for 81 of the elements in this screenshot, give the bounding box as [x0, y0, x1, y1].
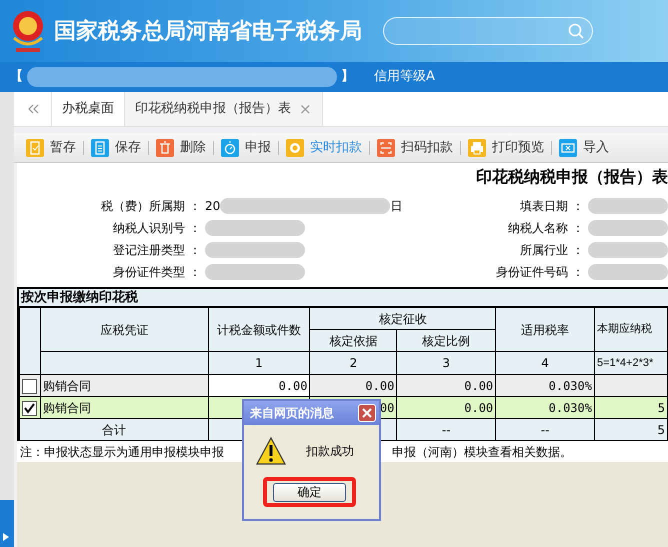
ok-button[interactable]: 确定 [273, 482, 346, 502]
table-cell-text: 00 [378, 400, 396, 417]
table-cell-text: 购销合同 [42, 378, 92, 395]
double-chevron-icon[interactable] [26, 104, 38, 114]
table-cell-text: 5 [656, 422, 666, 439]
colon: ： [571, 220, 585, 237]
column-number: 2 [348, 355, 358, 372]
close-button[interactable] [358, 404, 376, 422]
field-label: 所属行业 [519, 242, 568, 259]
field-value: 20 [205, 198, 220, 215]
column-header: 核定征收 [378, 310, 428, 328]
trash-icon[interactable] [156, 138, 174, 156]
toolbar-button[interactable]: 暂存 [26, 138, 76, 158]
row-checkbox[interactable] [22, 400, 38, 416]
field-value: 日 [390, 198, 402, 215]
dialog-message: 扣款成功 [306, 443, 354, 460]
site-title: 国家税务总局河南省电子税务局 [54, 18, 362, 46]
side-handle[interactable] [0, 500, 14, 547]
toolbar-button[interactable]: 申报 [221, 138, 271, 158]
bracket: 】 [341, 68, 354, 86]
dialog-title: 来自网页的消息 [250, 405, 334, 422]
credit-rating: 信用等级A [374, 68, 435, 86]
table-cell-text: -- [440, 422, 452, 439]
row-checkbox[interactable] [22, 378, 38, 394]
column-number: 1 [254, 355, 264, 372]
colon: ： [571, 242, 585, 259]
tab[interactable]: 印花税纳税申报（报告）表 × [125, 92, 323, 126]
field-label: 纳税人识别号 [112, 220, 185, 237]
colon: ： [571, 198, 585, 215]
stopwatch-icon[interactable] [221, 138, 239, 156]
document-icon[interactable] [91, 138, 109, 156]
note-text: 申报（河南）模块查看相关数据。 [392, 444, 572, 460]
clipboard-icon[interactable] [26, 138, 44, 156]
colon: ： [188, 220, 202, 237]
table-cell-text: 购销合同 [42, 400, 92, 417]
toolbar-button[interactable]: 扫码扣款 [377, 138, 453, 158]
colon: ： [188, 264, 202, 281]
ticket-icon[interactable] [559, 138, 577, 156]
field-label: 登记注册类型 [112, 242, 185, 259]
warning-icon [256, 437, 286, 465]
column-header: 应税凭证 [99, 322, 150, 339]
note-text: 注：申报状态显示为通用申报模块申报 [20, 444, 224, 460]
column-number: 3 [441, 355, 452, 372]
table-cell-text: 合计 [100, 422, 127, 439]
toolbar-button[interactable]: 删除 [156, 138, 206, 158]
search-icon[interactable] [568, 23, 584, 39]
table-cell-text: 5 [656, 400, 666, 417]
bracket: 【 [10, 68, 23, 86]
table-cell-text: 0.00 [278, 378, 308, 395]
table-cell-text: 0.00 [364, 378, 396, 395]
colon: ： [188, 242, 202, 259]
field-label: 身份证件类型 [112, 264, 185, 281]
column-header: 核定依据 [328, 332, 378, 350]
field-label: 纳税人名称 [507, 220, 568, 237]
column-number: 4 [540, 355, 550, 372]
form-title: 印花税纳税申报（报告）表 [476, 166, 668, 188]
printer-icon[interactable] [468, 138, 486, 156]
expand-arrow-icon[interactable] [3, 533, 9, 541]
field-label: 身份证件号码 [495, 264, 568, 281]
toolbar-button[interactable]: 打印预览 [468, 138, 544, 158]
table-cell-text: -- [540, 422, 550, 439]
table-cell-text: 0.00 [463, 378, 494, 395]
scan-icon[interactable] [377, 138, 395, 156]
toolbar-button[interactable]: 导入 [559, 138, 609, 158]
column-header: 计税金额或件数 [216, 322, 302, 339]
colon: ： [571, 264, 585, 281]
table-cell-text: 0.030% [548, 400, 593, 417]
field-label: 税（费）所属期 [100, 198, 185, 215]
field-label: 填表日期 [519, 198, 568, 215]
column-header: 适用税率 [520, 322, 570, 339]
table-cell-text: 0.00 [463, 400, 494, 417]
column-number: 5=1*4+2*3* [596, 356, 654, 371]
section-title: 按次申报缴纳印花税 [19, 289, 668, 307]
toolbar-button[interactable]: 保存 [91, 138, 141, 158]
search-field[interactable] [383, 17, 593, 45]
close-icon[interactable] [362, 408, 372, 418]
table-cell-text: 0.030% [548, 378, 593, 395]
colon: ： [188, 198, 202, 215]
column-header: 核定比例 [421, 332, 472, 350]
column-header: 本期应纳税 [596, 322, 653, 338]
coin-icon[interactable] [286, 138, 304, 156]
